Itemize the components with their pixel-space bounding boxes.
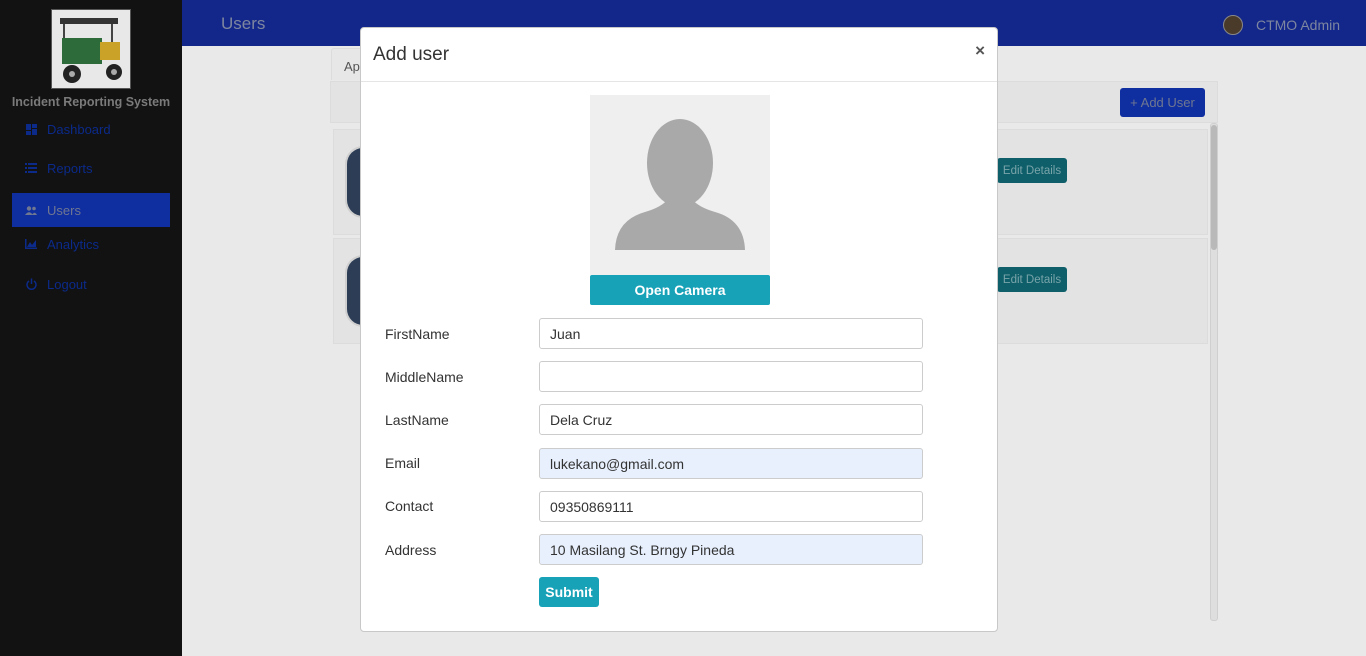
first-name-label: FirstName bbox=[385, 326, 450, 342]
middle-name-label: MiddleName bbox=[385, 369, 464, 385]
first-name-field[interactable] bbox=[539, 318, 923, 349]
modal-title: Add user bbox=[373, 44, 450, 65]
email-field[interactable] bbox=[539, 448, 923, 479]
address-field[interactable] bbox=[539, 534, 923, 565]
address-label: Address bbox=[385, 542, 437, 558]
profile-photo-placeholder bbox=[590, 95, 770, 275]
email-label: Email bbox=[385, 455, 421, 471]
middle-name-field[interactable] bbox=[539, 361, 923, 392]
add-user-modal: Add user × Open Camera FirstName MiddleN… bbox=[360, 27, 998, 632]
last-name-label: LastName bbox=[385, 412, 449, 428]
submit-button[interactable]: Submit bbox=[539, 577, 599, 607]
contact-label: Contact bbox=[385, 498, 434, 514]
modal-header: Add user × bbox=[361, 28, 997, 82]
last-name-field[interactable] bbox=[539, 404, 923, 435]
user-silhouette-icon bbox=[590, 95, 770, 275]
open-camera-button[interactable]: Open Camera bbox=[590, 275, 770, 305]
close-icon[interactable]: × bbox=[975, 41, 985, 61]
contact-field[interactable] bbox=[539, 491, 923, 522]
